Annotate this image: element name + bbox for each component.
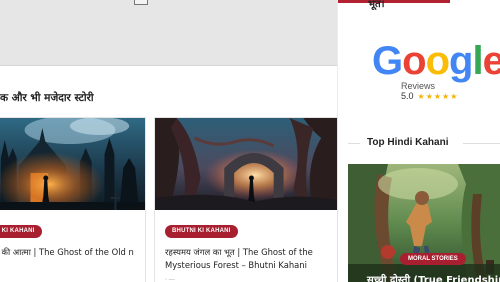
sidebar-heading: Top Hindi Kahani: [367, 137, 449, 148]
category-badge[interactable]: BHUTNI KI KAHANI: [165, 225, 238, 238]
google-letter: e: [482, 39, 500, 83]
google-letter: G: [372, 39, 403, 83]
featured-story-title[interactable]: सच्ची दोस्ती (True Friendship: [367, 272, 500, 282]
story-card[interactable]: BHUTNI KI KAHANI रहस्यमय जंगल का भूत | T…: [154, 117, 338, 282]
story-thumbnail[interactable]: [0, 118, 145, 210]
rating-value: 5.0: [401, 91, 414, 101]
category-badge[interactable]: I KI KAHANI: [0, 225, 42, 238]
google-reviews-widget[interactable]: Google Reviews 5.0 ★★★★★: [348, 30, 500, 110]
heading-line-right: [463, 143, 500, 144]
google-letter: g: [449, 39, 473, 83]
star-rating-icon: ★★★★★: [417, 92, 459, 101]
story-meta: ◦ —: [165, 277, 175, 282]
story-thumbnail[interactable]: [155, 118, 337, 210]
featured-category-badge[interactable]: MORAL STORIES: [400, 253, 466, 265]
google-logo: Google: [372, 38, 500, 84]
google-letter: o: [425, 39, 450, 83]
media-placeholder: [0, 0, 337, 66]
sidebar-top-text: भूत।: [368, 0, 385, 10]
resize-handle-icon[interactable]: [134, 0, 148, 5]
heading-line-left: [348, 143, 360, 144]
reviews-label: Reviews: [401, 81, 436, 91]
story-title[interactable]: ली की आत्मा | The Ghost of the Old n: [0, 246, 141, 259]
google-letter: o: [402, 39, 426, 83]
rating-row: 5.0 ★★★★★: [401, 91, 458, 101]
section-heading: क और भी मजेदार स्टोरी: [0, 92, 94, 104]
story-title[interactable]: रहस्यमय जंगल का भूत | The Ghost of the M…: [165, 246, 330, 272]
story-card[interactable]: I KI KAHANI ली की आत्मा | The Ghost of t…: [0, 117, 146, 282]
google-letter: l: [472, 39, 483, 83]
